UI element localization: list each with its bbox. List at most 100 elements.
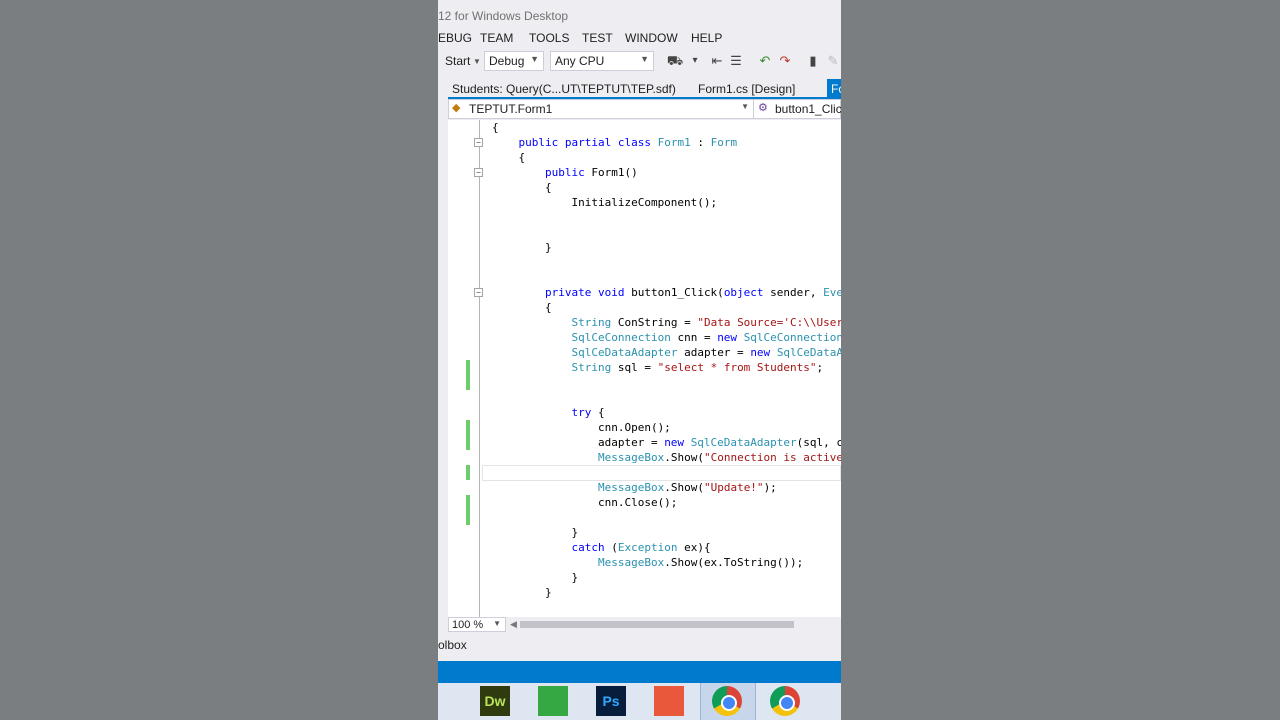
change-marker [466, 360, 470, 390]
start-button[interactable]: Start [445, 54, 470, 68]
bookmark-prev-icon[interactable]: ✎ [824, 52, 841, 70]
code-line[interactable]: catch (Exception ex){ [492, 540, 711, 555]
code-line[interactable]: MessageBox.Show(ex.ToString()); [492, 555, 803, 570]
camtasia-icon[interactable] [538, 686, 568, 716]
code-line[interactable]: } [492, 525, 578, 540]
chevron-down-icon: ▼ [741, 102, 749, 111]
code-line[interactable]: InitializeComponent(); [492, 195, 717, 210]
code-line[interactable]: SqlCeDataAdapter adapter = new SqlCeData… [492, 345, 841, 360]
code-token: { [492, 151, 526, 164]
code-line[interactable]: } [492, 240, 552, 255]
code-token: object [723, 286, 764, 299]
code-line[interactable]: String sql = "select * from Students"; [492, 360, 823, 375]
code-token: "Update!" [703, 481, 764, 494]
code-line[interactable]: String ConString = "Data Source='C:\\Use… [492, 315, 841, 330]
code-token: ConString = [611, 316, 698, 329]
code-line[interactable]: { [492, 300, 552, 315]
code-line[interactable]: { [492, 150, 525, 165]
code-line[interactable]: try { [492, 405, 604, 420]
code-line[interactable]: MessageBox.Show("Connection is active!" [492, 450, 841, 465]
code-line[interactable]: MessageBox.Show("Update!"); [492, 480, 777, 495]
member-selector[interactable]: ⚙ button1_Click [755, 100, 841, 118]
chrome-icon[interactable] [712, 686, 742, 716]
window-title: 12 for Windows Desktop [438, 9, 569, 23]
tab-form1-design[interactable]: Form1.cs [Design] [698, 82, 795, 96]
menu-tools[interactable]: TOOLS [529, 31, 569, 45]
chrome-icon[interactable] [770, 686, 800, 716]
code-token: { [492, 181, 552, 194]
tab-form1-code[interactable]: Fo [827, 79, 841, 98]
code-token: : [690, 136, 711, 149]
menu-test[interactable]: TEST [582, 31, 613, 45]
collapse-icon[interactable]: − [474, 288, 483, 297]
step-icon[interactable]: ⇤ [708, 52, 726, 70]
menu-window[interactable]: WINDOW [625, 31, 678, 45]
code-token: catch [571, 541, 605, 554]
undo-icon[interactable]: ↶ [756, 52, 774, 70]
title-bar: 12 for Windows Desktop [438, 0, 841, 30]
start-dropdown-icon[interactable]: ▼ [473, 57, 481, 66]
configuration-select[interactable]: Debug ▼ [484, 51, 544, 71]
code-token: } [492, 526, 579, 539]
find-icon[interactable]: ⛟ [666, 52, 684, 70]
code-editor[interactable]: − − − { public partial class Form1 : For… [448, 120, 841, 617]
photoshop-icon[interactable]: Ps [596, 686, 626, 716]
code-token: InitializeComponent(); [492, 196, 718, 209]
menu-bar: EBUG TEAM TOOLS TEST WINDOW HELP [438, 29, 841, 47]
code-token: String [571, 361, 612, 374]
code-line[interactable]: public Form1() [492, 165, 638, 180]
code-line[interactable]: { [492, 180, 552, 195]
code-token: .Show( [664, 481, 704, 494]
dreamweaver-icon[interactable]: Dw [480, 686, 510, 716]
code-line[interactable]: } [492, 585, 552, 600]
code-token: } [492, 571, 579, 584]
camtasia-recorder-icon[interactable] [654, 686, 684, 716]
bookmark-icon[interactable]: ▮ [804, 52, 822, 70]
redo-icon[interactable]: ↷ [776, 52, 794, 70]
code-token: MessageBox [597, 556, 665, 569]
code-line[interactable]: SqlCeConnection cnn = new SqlCeConnectio… [492, 330, 841, 345]
class-selector[interactable]: ◆ TEPTUT.Form1 ▼ [449, 100, 754, 118]
platform-select[interactable]: Any CPU ▼ [550, 51, 654, 71]
code-token: cnn.Close(); [492, 496, 678, 509]
code-token: "Connection is active!" [703, 451, 841, 464]
code-token: "select * from Students" [657, 361, 817, 374]
code-line[interactable]: cnn.Open(); [492, 420, 671, 435]
code-token: String [571, 316, 612, 329]
code-line[interactable]: adapter = new SqlCeDataAdapter(sql, cnn [492, 435, 841, 450]
code-token: Event [823, 286, 841, 299]
class-icon: ◆ [452, 102, 461, 114]
collapse-icon[interactable]: − [474, 168, 483, 177]
status-bar [438, 661, 841, 683]
code-line[interactable]: cnn.Close(); [492, 495, 677, 510]
horizontal-scrollbar-thumb[interactable] [520, 621, 794, 628]
indent-icon[interactable]: ☰ [727, 52, 745, 70]
zoom-select[interactable]: 100 % ▼ [448, 617, 506, 632]
code-token: Exception [617, 541, 678, 554]
code-token: ex){ [677, 541, 711, 554]
toolbox-tab[interactable]: olbox [438, 638, 467, 652]
code-line[interactable]: } [492, 570, 578, 585]
scroll-left-icon[interactable]: ◀ [510, 619, 517, 630]
code-token: } [492, 241, 552, 254]
current-line-highlight [482, 465, 841, 481]
menu-debug[interactable]: EBUG [438, 31, 472, 45]
menu-help[interactable]: HELP [691, 31, 722, 45]
code-token: SqlCeDataAdapter [690, 436, 797, 449]
overflow-icon[interactable]: ▾ [686, 52, 704, 70]
collapse-icon[interactable]: − [474, 138, 483, 147]
code-line[interactable]: private void button1_Click(object sender… [492, 285, 841, 300]
toolbar: Start ▼ Debug ▼ Any CPU ▼ ⛟ ▾ ⇤ ☰ ↶ ↷ ▮ … [438, 49, 841, 73]
code-line[interactable]: public partial class Form1 : Form [492, 135, 738, 150]
tab-students-query[interactable]: Students: Query(C...UT\TEPTUT\TEP.sdf) [452, 82, 676, 96]
code-token: Form [710, 136, 738, 149]
menu-team[interactable]: TEAM [480, 31, 513, 45]
code-token: .Show( [664, 451, 704, 464]
outline-guide [479, 120, 480, 617]
code-line[interactable]: { [492, 120, 499, 135]
code-token: ); [763, 481, 777, 494]
